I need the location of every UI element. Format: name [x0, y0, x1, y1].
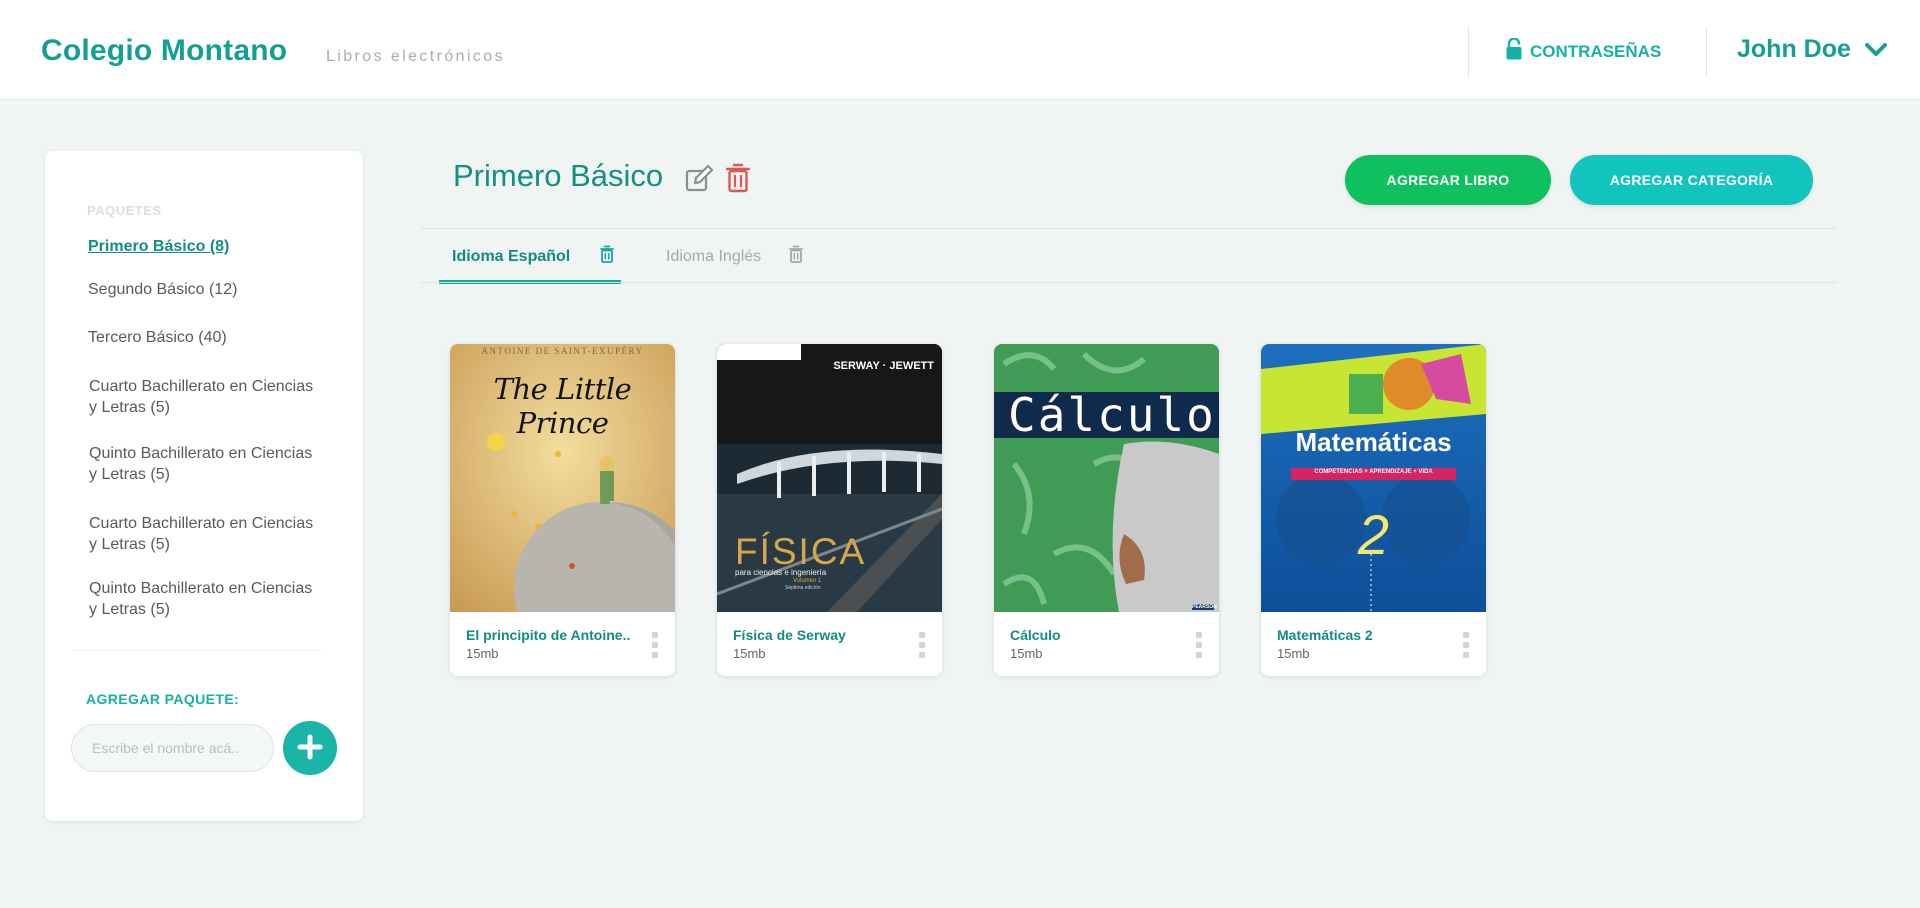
cover-number: 2 [1357, 503, 1390, 566]
plus-icon [297, 734, 323, 763]
cover-title: Cálculo [1008, 388, 1216, 442]
book-card[interactable]: ANTOINE DE SAINT-EXUPÉRY The Little Prin… [450, 344, 675, 676]
cover-subtitle: para ciencias e ingeniería [735, 568, 827, 577]
package-item[interactable]: Primero Básico (8) [88, 236, 328, 257]
book-size: 15mb [733, 646, 766, 661]
package-item[interactable]: Quinto Bachillerato en Ciencias y Letras… [89, 578, 329, 620]
add-category-button[interactable]: AGREGAR CATEGORÍA [1570, 155, 1813, 205]
page-title: Primero Básico [453, 158, 664, 193]
cover-publisher: PEARSON [1192, 604, 1217, 610]
package-item[interactable]: Segundo Básico (12) [88, 279, 328, 300]
passwords-label: CONTRASEÑAS [1530, 41, 1662, 61]
tab-label: Idioma Español [452, 247, 571, 265]
book-title: El principito de Antoine.. [466, 627, 631, 643]
package-item[interactable]: Quinto Bachillerato en Ciencias y Letras… [89, 443, 329, 485]
lock-open-icon [1506, 37, 1522, 65]
tab-idioma-ingles[interactable]: Idioma Inglés [666, 245, 804, 268]
cover-title: FÍSICA [735, 531, 867, 572]
trash-icon[interactable] [789, 245, 804, 268]
book-size: 15mb [1010, 646, 1043, 661]
more-options-icon[interactable] [1461, 632, 1471, 658]
tabs-top-divider [421, 228, 1837, 229]
tab-label: Idioma Inglés [666, 247, 762, 265]
brand-name[interactable]: Colegio Montano [41, 34, 287, 68]
top-bar: Colegio Montano Libros electrónicos CONT… [0, 0, 1920, 100]
book-size: 15mb [466, 646, 499, 661]
cover-author: ANTOINE DE SAINT-EXUPÉRY [481, 346, 644, 356]
book-card[interactable]: SERWAY · JEWETT FÍSICA para ciencias e i… [717, 344, 942, 676]
cover-title: The Little Prince [493, 372, 632, 440]
header-divider [1706, 27, 1707, 77]
book-cover: SERWAY · JEWETT FÍSICA para ciencias e i… [717, 344, 942, 612]
book-cover: ANTOINE DE SAINT-EXUPÉRY The Little Prin… [450, 344, 675, 612]
book-card[interactable]: Matemáticas COMPETENCIAS + APRENDIZAJE +… [1261, 344, 1486, 676]
book-title: Cálculo [1010, 627, 1061, 643]
more-options-icon[interactable] [1194, 632, 1204, 658]
add-book-button[interactable]: AGREGAR LIBRO [1345, 155, 1551, 205]
add-package-button[interactable] [283, 721, 337, 775]
more-options-icon[interactable] [650, 632, 660, 658]
user-menu[interactable]: John Doe [1737, 35, 1887, 64]
header-divider [1468, 27, 1469, 77]
user-name: John Doe [1737, 35, 1851, 63]
add-package-label: AGREGAR PAQUETE: [86, 691, 240, 707]
edit-icon[interactable] [684, 164, 714, 199]
package-item[interactable]: Cuarto Bachillerato en Ciencias y Letras… [89, 513, 329, 555]
cover-volume: Volumen 1 [793, 578, 822, 584]
packages-sidebar: PAQUETES Primero Básico (8) Segundo Bási… [45, 151, 363, 821]
sidebar-divider [72, 650, 322, 651]
chevron-down-icon [1864, 35, 1887, 64]
cover-title: Matemáticas [1295, 427, 1452, 457]
book-title: Matemáticas 2 [1277, 627, 1373, 643]
cover-band: COMPETENCIAS + APRENDIZAJE + VIDA [1314, 469, 1433, 475]
book-cover: Cálculo PEARSON [994, 344, 1219, 612]
packages-heading: PAQUETES [87, 203, 162, 218]
trash-icon[interactable] [600, 245, 615, 268]
package-item[interactable]: Tercero Básico (40) [88, 327, 328, 348]
book-card[interactable]: Cálculo PEARSON Cálculo 15mb [994, 344, 1219, 676]
app-subtitle: Libros electrónicos [326, 48, 505, 65]
more-options-icon[interactable] [917, 632, 927, 658]
passwords-link[interactable]: CONTRASEÑAS [1506, 37, 1662, 65]
package-name-input[interactable] [71, 724, 274, 772]
book-title: Física de Serway [733, 627, 846, 643]
cover-authors: SERWAY · JEWETT [833, 360, 934, 372]
book-cover: Matemáticas COMPETENCIAS + APRENDIZAJE +… [1261, 344, 1486, 612]
trash-icon[interactable] [725, 163, 751, 198]
tabs-bottom-divider [421, 282, 1837, 283]
cover-edition: Séptima edición [785, 585, 821, 591]
package-item[interactable]: Cuarto Bachillerato en Ciencias y Letras… [89, 376, 329, 418]
book-size: 15mb [1277, 646, 1310, 661]
tab-idioma-espanol[interactable]: Idioma Español [452, 245, 615, 268]
